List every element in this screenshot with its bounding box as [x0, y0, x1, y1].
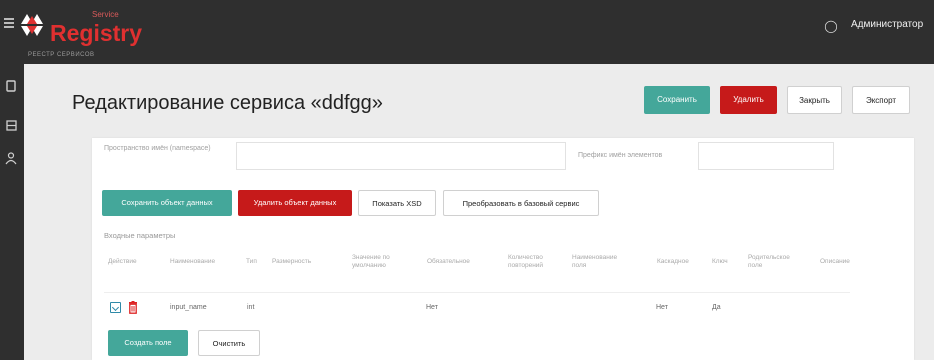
row-key: Да — [712, 304, 721, 311]
column-header: Родительское поле — [748, 254, 790, 269]
document-icon[interactable] — [4, 80, 18, 94]
close-button[interactable]: Закрыть — [787, 86, 842, 114]
namespace-label: Пространство имён (namespace) — [104, 145, 211, 152]
brand-tagline: Service — [92, 10, 119, 19]
top-bar: Service Registry РЕЕСТР СЕРВИСОВ ◯ Админ… — [0, 0, 934, 64]
column-header: Обязательное — [427, 258, 470, 265]
input-params-title: Входные параметры — [104, 231, 176, 240]
storage-icon[interactable] — [4, 120, 18, 134]
logo-icon — [21, 14, 43, 36]
namespace-input[interactable] — [236, 142, 566, 170]
delete-button[interactable]: Удалить — [720, 86, 777, 114]
edit-icon[interactable] — [110, 302, 121, 313]
sidebar — [0, 64, 24, 360]
table-divider — [104, 292, 850, 293]
column-header: Каскадное — [657, 258, 689, 265]
convert-to-base-service-button[interactable]: Преобразовать в базовый сервис — [443, 190, 599, 216]
column-header: Значение по умолчанию — [352, 254, 390, 269]
service-form-card — [92, 138, 914, 360]
row-type: int — [247, 304, 255, 311]
user-icon[interactable] — [4, 152, 18, 166]
create-field-button[interactable]: Создать поле — [108, 330, 188, 356]
row-required: Нет — [426, 304, 438, 311]
brand-name: Registry — [50, 20, 143, 46]
column-header: Количество повторений — [508, 254, 544, 269]
column-header: Тип — [246, 258, 257, 265]
user-icon[interactable]: ◯ — [822, 17, 840, 35]
trash-icon[interactable] — [128, 301, 138, 314]
page-title: Редактирование сервиса «ddfgg» — [72, 92, 383, 114]
show-xsd-button[interactable]: Показать XSD — [358, 190, 436, 216]
column-header: Наименование — [170, 258, 216, 265]
save-data-object-button[interactable]: Сохранить объект данных — [102, 190, 232, 216]
clear-button[interactable]: Очистить — [198, 330, 260, 356]
column-header: Действие — [108, 258, 137, 265]
column-header: Размерность — [272, 258, 312, 265]
user-name[interactable]: Администратор — [851, 19, 923, 30]
delete-data-object-button[interactable]: Удалить объект данных — [238, 190, 352, 216]
column-header: Описание — [820, 258, 850, 265]
export-button[interactable]: Экспорт — [852, 86, 910, 114]
brand-subtitle: РЕЕСТР СЕРВИСОВ — [28, 52, 95, 58]
row-cascade: Нет — [656, 304, 668, 311]
save-button[interactable]: Сохранить — [644, 86, 710, 114]
prefix-label: Префикс имён элементов — [578, 152, 663, 159]
menu-icon[interactable] — [4, 18, 14, 28]
row-name: input_name — [170, 304, 207, 311]
prefix-input[interactable] — [698, 142, 834, 170]
column-header: Наименование поля — [572, 254, 618, 269]
column-header: Ключ — [712, 258, 728, 265]
